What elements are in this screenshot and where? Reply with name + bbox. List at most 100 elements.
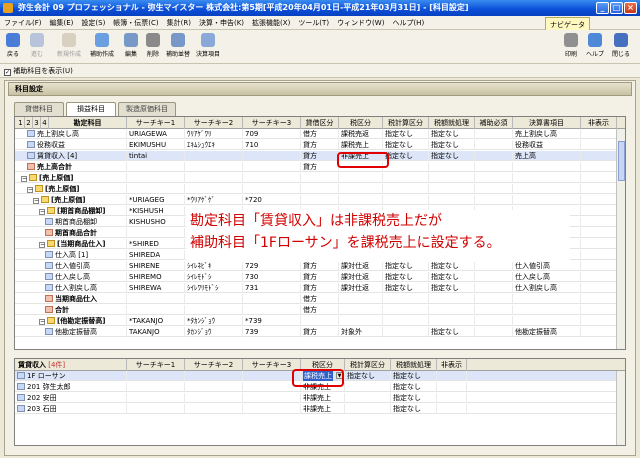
cell-req[interactable] bbox=[475, 261, 513, 271]
sub-cell-proc[interactable]: 指定なし bbox=[391, 393, 437, 403]
tab-balance[interactable]: 貸借科目 bbox=[14, 102, 64, 116]
cell-hid[interactable] bbox=[581, 129, 617, 139]
cell-k3[interactable] bbox=[243, 294, 301, 304]
cell-hid[interactable] bbox=[581, 316, 617, 326]
sub-cell-k2[interactable] bbox=[185, 371, 243, 381]
cell-fs[interactable]: 役務収益 bbox=[513, 140, 581, 150]
back-button[interactable]: 戻る bbox=[2, 33, 24, 58]
cell-k3[interactable] bbox=[243, 173, 301, 183]
sub-cell-k3[interactable] bbox=[243, 404, 301, 414]
table-row[interactable]: 賃貸収入 [4] tintai 貸方 非課売上 指定なし 指定なし 売上高 bbox=[15, 151, 625, 161]
cell-req[interactable] bbox=[475, 184, 513, 194]
cell-k1[interactable]: tintai bbox=[127, 151, 185, 161]
cell-req[interactable] bbox=[475, 129, 513, 139]
sub-cell-tax[interactable]: 非課売上 bbox=[301, 393, 345, 403]
col-account[interactable]: 勘定科目 bbox=[49, 117, 127, 129]
sub-cell-proc[interactable]: 指定なし bbox=[391, 382, 437, 392]
cell-k3[interactable]: *720 bbox=[243, 195, 301, 205]
collapse-icon[interactable]: − bbox=[39, 319, 45, 325]
cell-req[interactable] bbox=[475, 327, 513, 337]
table-row[interactable]: − [売上原価] *URIAGEG *ｳﾘｱｹﾞｹﾞ *720 bbox=[15, 195, 625, 205]
cell-fs[interactable] bbox=[513, 305, 581, 315]
cell-req[interactable] bbox=[475, 316, 513, 326]
cell-proc[interactable]: 指定なし bbox=[429, 272, 475, 282]
cell-tax[interactable]: 課税売返 bbox=[339, 129, 383, 139]
sub-cell-k3[interactable] bbox=[243, 393, 301, 403]
menu-window[interactable]: ウィンドウ(W) bbox=[333, 16, 388, 30]
table-row[interactable]: 仕入割戻し高 SHIREWA ｼｲﾚﾜﾘﾓﾄﾞｼ 731 貸方 課対仕返 指定なし 指定なし仕… bbox=[15, 283, 625, 293]
menu-tools[interactable]: ツール(T) bbox=[294, 16, 333, 30]
sub-cell-k2[interactable] bbox=[185, 393, 243, 403]
menu-file[interactable]: ファイル(F) bbox=[0, 16, 46, 30]
cell-k1[interactable]: *KISHUSH bbox=[127, 206, 185, 216]
cell-hid[interactable] bbox=[581, 305, 617, 315]
cell-proc[interactable] bbox=[429, 195, 475, 205]
cell-calc[interactable]: 指定なし bbox=[383, 140, 429, 150]
cell-k2[interactable] bbox=[185, 294, 243, 304]
cell-name[interactable]: 仕入割戻し高 bbox=[43, 283, 127, 293]
level-4[interactable]: 4 bbox=[41, 117, 49, 129]
cell-fs[interactable]: 売上割戻し高 bbox=[513, 129, 581, 139]
cell-calc[interactable] bbox=[383, 316, 429, 326]
cell-dc[interactable]: 借方 bbox=[301, 129, 339, 139]
cell-fs[interactable] bbox=[513, 195, 581, 205]
cell-k1[interactable]: SHIREMO bbox=[127, 272, 185, 282]
cell-hid[interactable] bbox=[581, 173, 617, 183]
cell-proc[interactable]: 指定なし bbox=[429, 283, 475, 293]
cell-k1[interactable]: KISHUSHO bbox=[127, 217, 185, 227]
cell-name[interactable]: 他勘定振替高 bbox=[43, 327, 127, 337]
menu-help[interactable]: ヘルプ(H) bbox=[388, 16, 428, 30]
cell-k3[interactable] bbox=[243, 151, 301, 161]
cell-hid[interactable] bbox=[581, 294, 617, 304]
cell-calc[interactable]: 指定なし bbox=[383, 272, 429, 282]
cell-fs[interactable]: 他勘定振替高 bbox=[513, 327, 581, 337]
cell-fs[interactable] bbox=[513, 173, 581, 183]
cell-tax[interactable]: 課税売上 bbox=[339, 140, 383, 150]
cell-calc[interactable] bbox=[383, 173, 429, 183]
sub-cell-k1[interactable] bbox=[127, 382, 185, 392]
table-row[interactable]: − [売上原価] bbox=[15, 184, 625, 194]
level-2[interactable]: 2 bbox=[25, 117, 33, 129]
cell-k3[interactable] bbox=[243, 184, 301, 194]
cell-dc[interactable]: 貸方 bbox=[301, 140, 339, 150]
cell-k2[interactable]: *ﾀｶﾝｼﾞｮｳ bbox=[185, 316, 243, 326]
cell-k1[interactable] bbox=[127, 228, 185, 238]
cell-name[interactable]: 仕入値引高 bbox=[43, 261, 127, 271]
level-3[interactable]: 3 bbox=[33, 117, 41, 129]
cell-k1[interactable]: SHIREDA bbox=[127, 250, 185, 260]
cell-tax[interactable] bbox=[339, 294, 383, 304]
collapse-icon[interactable]: − bbox=[21, 176, 27, 182]
cell-k1[interactable]: URIAGEWA bbox=[127, 129, 185, 139]
cell-hid[interactable] bbox=[581, 250, 617, 260]
cell-k2[interactable]: ｼｲﾚﾜﾘﾓﾄﾞｼ bbox=[185, 283, 243, 293]
cell-tax[interactable]: 課対仕返 bbox=[339, 283, 383, 293]
sub-grid-scrollbar[interactable] bbox=[616, 371, 625, 445]
cell-hid[interactable] bbox=[581, 228, 617, 238]
cell-dc[interactable]: 貸方 bbox=[301, 151, 339, 161]
cell-name[interactable]: 期首商品棚卸 bbox=[43, 217, 127, 227]
cell-k3[interactable]: 739 bbox=[243, 327, 301, 337]
cell-calc[interactable]: 指定なし bbox=[383, 261, 429, 271]
sub-col-proc[interactable]: 税額就処理 bbox=[391, 359, 437, 371]
cell-fs[interactable]: 仕入割戻し高 bbox=[513, 283, 581, 293]
cell-k1[interactable] bbox=[127, 173, 185, 183]
cell-name[interactable]: − [他勘定振替高] bbox=[37, 316, 127, 326]
cell-k2[interactable]: *ｳﾘｱｹﾞｹﾞ bbox=[185, 195, 243, 205]
cell-hid[interactable] bbox=[581, 206, 617, 216]
sub-cell-calc[interactable] bbox=[345, 404, 391, 414]
sub-cell-hid[interactable] bbox=[437, 393, 467, 403]
cell-proc[interactable] bbox=[429, 173, 475, 183]
cell-name[interactable]: 仕入高 [1] bbox=[43, 250, 127, 260]
menu-edit[interactable]: 編集(E) bbox=[46, 16, 78, 30]
cell-dc[interactable] bbox=[301, 316, 339, 326]
menu-closing[interactable]: 決算・申告(K) bbox=[195, 16, 248, 30]
sub-sort-button[interactable]: 補助並替 bbox=[164, 33, 192, 58]
delete-button[interactable]: 削除 bbox=[142, 33, 164, 58]
sub-col-key1[interactable]: サーチキー1 bbox=[127, 359, 185, 371]
cell-hid[interactable] bbox=[581, 184, 617, 194]
cell-k1[interactable]: SHIRENE bbox=[127, 261, 185, 271]
table-row[interactable]: 仕入値引高 SHIRENE ｼｲﾚﾈﾋﾞｷ 729 貸方 課対仕返 指定なし 指定なし 仕入値引… bbox=[15, 261, 625, 271]
cell-proc[interactable]: 指定なし bbox=[429, 151, 475, 161]
cell-calc[interactable] bbox=[383, 162, 429, 172]
col-calc[interactable]: 税計算区分 bbox=[383, 117, 429, 129]
